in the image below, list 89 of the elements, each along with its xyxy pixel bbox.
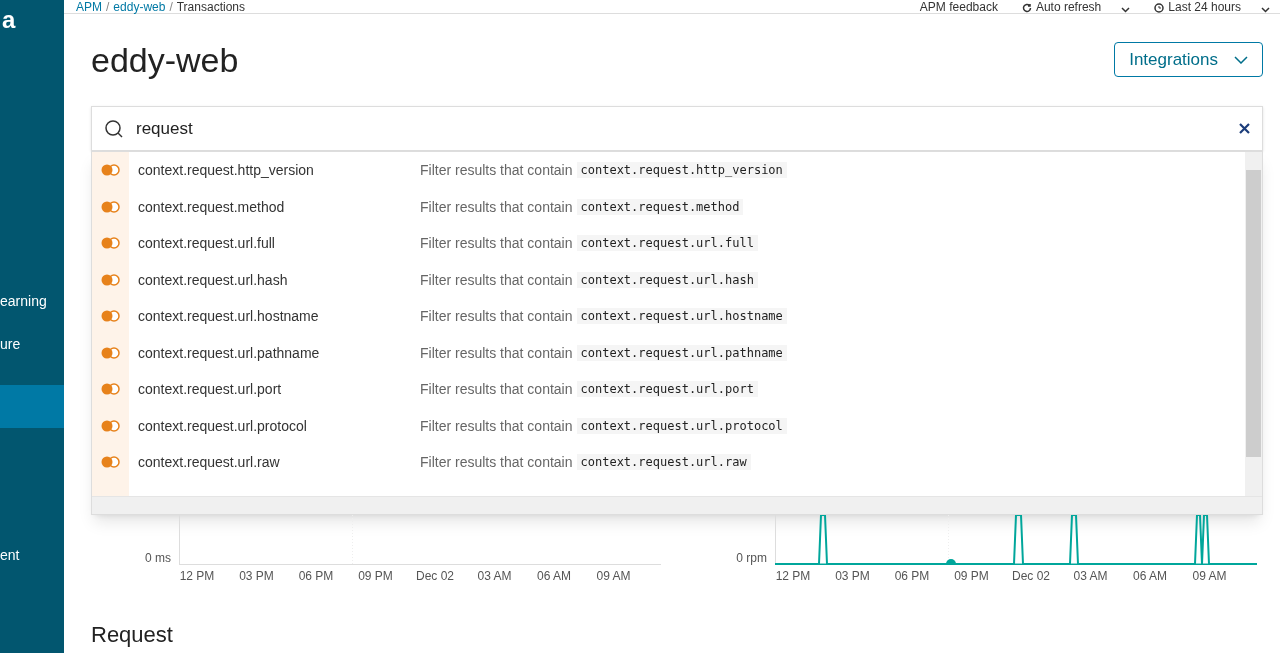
field-name: context.request.url.raw bbox=[138, 453, 281, 473]
x-axis-label: Dec 02 bbox=[415, 568, 455, 584]
sidebar-item[interactable]: earning bbox=[0, 279, 64, 322]
clock-icon bbox=[1154, 3, 1165, 13]
search-bar[interactable]: request bbox=[91, 106, 1263, 151]
search-icon bbox=[104, 118, 124, 139]
x-axis-label: 12 PM bbox=[178, 568, 216, 584]
suggestion-item[interactable]: context.request.url.pathname Filter results that contain context.request.url.pathname bbox=[92, 334, 1245, 371]
x-axis-label: 03 PM bbox=[238, 568, 275, 584]
x-axis-label: 09 PM bbox=[953, 568, 990, 584]
chevron-down-icon[interactable] bbox=[1261, 7, 1270, 13]
sidebar-item[interactable]: ent bbox=[0, 533, 64, 576]
suggestion-item[interactable]: context.request.method Filter results that contain context.request.method bbox=[92, 188, 1245, 225]
x-axis-label: 06 AM bbox=[536, 568, 572, 584]
y-axis-label: 0 ms bbox=[144, 552, 172, 564]
suggestion-hint: Filter results that contain bbox=[420, 161, 573, 181]
suggestion-item[interactable]: context.request.url.full Filter results that contain context.request.url.full bbox=[92, 225, 1245, 262]
x-axis-label: 09 PM bbox=[357, 568, 394, 584]
field-token-icon bbox=[100, 346, 121, 359]
suggestion-item[interactable]: context.request.url.port Filter results that contain context.request.url.port bbox=[92, 371, 1245, 408]
field-name: context.request.http_version bbox=[138, 161, 315, 181]
refresh-icon bbox=[1021, 3, 1032, 13]
suggestion-item[interactable]: context.request.url.raw Filter results that contain context.request.url.raw bbox=[92, 444, 1245, 481]
suggestion-hint: Filter results that contain bbox=[420, 380, 573, 400]
breadcrumb-separator: / bbox=[169, 1, 173, 13]
suggestion-item[interactable]: context.request.url.protocol Filter results that contain context.request.url.protocol bbox=[92, 407, 1245, 444]
suggestion-hint: Filter results that contain bbox=[420, 307, 573, 327]
x-axis-label: Dec 02 bbox=[1011, 568, 1051, 584]
field-name: context.request.url.protocol bbox=[138, 416, 308, 436]
code-value: context.request.url.full bbox=[576, 235, 758, 252]
y-axis-label: 0 rpm bbox=[735, 552, 768, 564]
suggestion-hint: Filter results that contain bbox=[420, 416, 573, 436]
feedback-link[interactable]: APM feedback bbox=[919, 1, 998, 13]
code-value: context.request.url.hostname bbox=[576, 308, 787, 325]
field-token-icon bbox=[100, 419, 121, 432]
field-token-icon bbox=[100, 456, 121, 469]
field-name: context.request.url.pathname bbox=[138, 343, 321, 363]
page-title: eddy-web bbox=[91, 42, 239, 77]
code-value: context.request.method bbox=[576, 198, 744, 215]
horizontal-scrollbar[interactable] bbox=[92, 496, 1262, 514]
integrations-button[interactable]: Integrations bbox=[1114, 42, 1263, 77]
breadcrumb[interactable]: APM bbox=[76, 1, 102, 13]
suggestion-item[interactable]: context.request.url.hostname Filter results that contain context.request.url.hostname bbox=[92, 298, 1245, 335]
x-axis-label: 06 AM bbox=[1132, 568, 1168, 584]
x-axis-label: 03 PM bbox=[834, 568, 871, 584]
vertical-scrollbar[interactable] bbox=[1245, 152, 1262, 496]
x-axis-label: 09 AM bbox=[1191, 568, 1228, 584]
suggestion-hint: Filter results that contain bbox=[420, 453, 573, 473]
suggestion-item[interactable]: context.request.http_version Filter results that contain context.request.http_version bbox=[92, 152, 1245, 189]
logo-text: a bbox=[1, 5, 17, 32]
suggestion-hint: Filter results that contain bbox=[420, 270, 573, 290]
field-token-icon bbox=[100, 164, 121, 177]
sidebar-item[interactable]: ure bbox=[0, 322, 64, 365]
code-value: context.request.url.pathname bbox=[576, 344, 787, 361]
field-name: context.request.url.full bbox=[138, 234, 276, 254]
x-axis-label: 09 AM bbox=[595, 568, 632, 584]
field-name: context.request.method bbox=[138, 197, 286, 217]
code-value: context.request.url.hash bbox=[576, 271, 758, 288]
x-axis-label: 03 AM bbox=[1072, 568, 1109, 584]
field-token-icon bbox=[100, 310, 121, 323]
suggestion-hint: Filter results that contain bbox=[420, 234, 573, 254]
suggestion-item[interactable]: context.request.url.hash Filter results that contain context.request.url.hash bbox=[92, 261, 1245, 298]
code-value: context.request.http_version bbox=[576, 162, 787, 179]
breadcrumb-separator: / bbox=[106, 1, 110, 13]
breadcrumb[interactable]: eddy-web bbox=[113, 1, 166, 13]
x-axis-label: 06 PM bbox=[893, 568, 931, 584]
close-icon[interactable] bbox=[1239, 123, 1250, 134]
x-axis-label: 03 AM bbox=[476, 568, 513, 584]
code-value: context.request.url.protocol bbox=[576, 417, 787, 434]
suggestion-hint: Filter results that contain bbox=[420, 197, 573, 217]
suggestion-hint: Filter results that contain bbox=[420, 343, 573, 363]
field-token-icon bbox=[100, 273, 121, 286]
section-heading: Request bbox=[91, 624, 174, 646]
search-field[interactable]: request bbox=[136, 115, 1227, 142]
field-token-icon bbox=[100, 200, 121, 213]
time-range-button[interactable]: Last 24 hours bbox=[1168, 1, 1241, 13]
chevron-down-icon[interactable] bbox=[1121, 7, 1131, 13]
code-value: context.request.url.port bbox=[576, 381, 758, 398]
field-token-icon bbox=[100, 237, 121, 250]
x-axis-label: 06 PM bbox=[297, 568, 335, 584]
x-axis-label: 12 PM bbox=[774, 568, 812, 584]
chevron-down-icon bbox=[1234, 55, 1248, 64]
field-name: context.request.url.hash bbox=[138, 270, 289, 290]
auto-refresh-button[interactable]: Auto refresh bbox=[1035, 1, 1102, 13]
field-token-icon bbox=[100, 383, 121, 396]
code-value: context.request.url.raw bbox=[576, 454, 751, 471]
field-name: context.request.url.port bbox=[138, 380, 283, 400]
breadcrumb: Transactions bbox=[176, 1, 245, 13]
field-name: context.request.url.hostname bbox=[138, 307, 320, 327]
